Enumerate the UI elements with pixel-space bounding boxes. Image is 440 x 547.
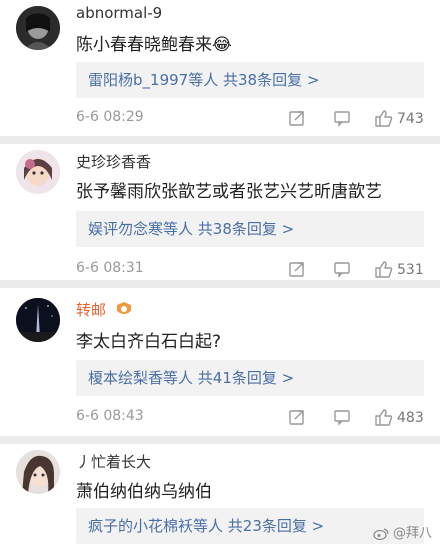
comment-item: 转邮 李太白齐白石白起? 榎本绘梨香等人 共41条回复 > 6-6 08:43 … bbox=[0, 288, 440, 426]
reply-users[interactable]: 榎本绘梨香等人 bbox=[88, 369, 193, 387]
reply-count[interactable]: 共38条回复 > bbox=[223, 71, 319, 89]
like-count: 483 bbox=[397, 410, 424, 426]
weibo-logo-icon bbox=[373, 527, 389, 540]
reply-count[interactable]: 共38条回复 > bbox=[198, 220, 294, 238]
vip-badge-icon bbox=[115, 301, 133, 321]
avatar[interactable] bbox=[16, 150, 60, 194]
like-icon[interactable] bbox=[374, 408, 394, 430]
like-icon[interactable] bbox=[374, 109, 394, 131]
share-icon[interactable] bbox=[288, 260, 306, 282]
like-icon[interactable] bbox=[374, 260, 394, 282]
divider bbox=[0, 436, 440, 444]
comment-item: 史珍珍香香 张予馨雨欣张歆艺或者张艺兴艺昕唐歆艺 娱评勿念寒等人 共38条回复 … bbox=[0, 144, 440, 280]
username[interactable]: 丿忙着长大 bbox=[76, 451, 151, 472]
like-count: 531 bbox=[397, 262, 424, 278]
comment-icon[interactable] bbox=[333, 109, 351, 131]
timestamp: 6-6 08:29 bbox=[76, 109, 144, 125]
reply-users[interactable]: 娱评勿念寒等人 bbox=[88, 220, 193, 238]
timestamp: 6-6 08:43 bbox=[76, 408, 144, 424]
comment-item: abnormal-9 陈小春春晓鲍春来😂 雷阳杨b_1997等人 共38条回复 … bbox=[0, 0, 440, 136]
comment-icon[interactable] bbox=[333, 408, 351, 430]
timestamp: 6-6 08:31 bbox=[76, 260, 144, 276]
reply-count[interactable]: 共23条回复 > bbox=[228, 517, 324, 535]
reply-users[interactable]: 疯子的小花棉袄等人 bbox=[88, 517, 223, 535]
comment-text: 萧伯纳伯纳乌纳伯 bbox=[76, 482, 212, 502]
username[interactable]: 转邮 bbox=[76, 299, 133, 321]
like-count: 743 bbox=[397, 111, 424, 127]
divider bbox=[0, 136, 440, 144]
share-icon[interactable] bbox=[288, 408, 306, 430]
avatar[interactable] bbox=[16, 298, 60, 342]
reply-summary[interactable]: 娱评勿念寒等人 共38条回复 > bbox=[76, 211, 424, 247]
comment-meta: 6-6 08:29 743 bbox=[76, 109, 440, 129]
username[interactable]: 史珍珍香香 bbox=[76, 151, 151, 172]
avatar[interactable] bbox=[16, 450, 60, 494]
watermark-text: @拜八 bbox=[392, 526, 432, 541]
username[interactable]: abnormal-9 bbox=[76, 4, 162, 22]
watermark: @拜八 bbox=[373, 522, 432, 541]
comment-text: 李太白齐白石白起? bbox=[76, 332, 222, 352]
reply-summary[interactable]: 雷阳杨b_1997等人 共38条回复 > bbox=[76, 62, 424, 98]
share-icon[interactable] bbox=[288, 109, 306, 131]
reply-count[interactable]: 共41条回复 > bbox=[198, 369, 294, 387]
reply-users[interactable]: 雷阳杨b_1997等人 bbox=[88, 71, 218, 89]
avatar[interactable] bbox=[16, 6, 60, 50]
reply-summary[interactable]: 疯子的小花棉袄等人 共23条回复 > bbox=[76, 508, 424, 544]
comment-icon[interactable] bbox=[333, 260, 351, 282]
divider bbox=[0, 280, 440, 288]
comment-text: 陈小春春晓鲍春来😂 bbox=[76, 35, 232, 55]
comment-text: 张予馨雨欣张歆艺或者张艺兴艺昕唐歆艺 bbox=[76, 182, 382, 202]
comment-meta: 6-6 08:31 531 bbox=[76, 260, 440, 280]
comment-meta: 6-6 08:43 483 bbox=[76, 408, 440, 428]
username-text[interactable]: 转邮 bbox=[76, 301, 106, 319]
reply-summary[interactable]: 榎本绘梨香等人 共41条回复 > bbox=[76, 360, 424, 396]
